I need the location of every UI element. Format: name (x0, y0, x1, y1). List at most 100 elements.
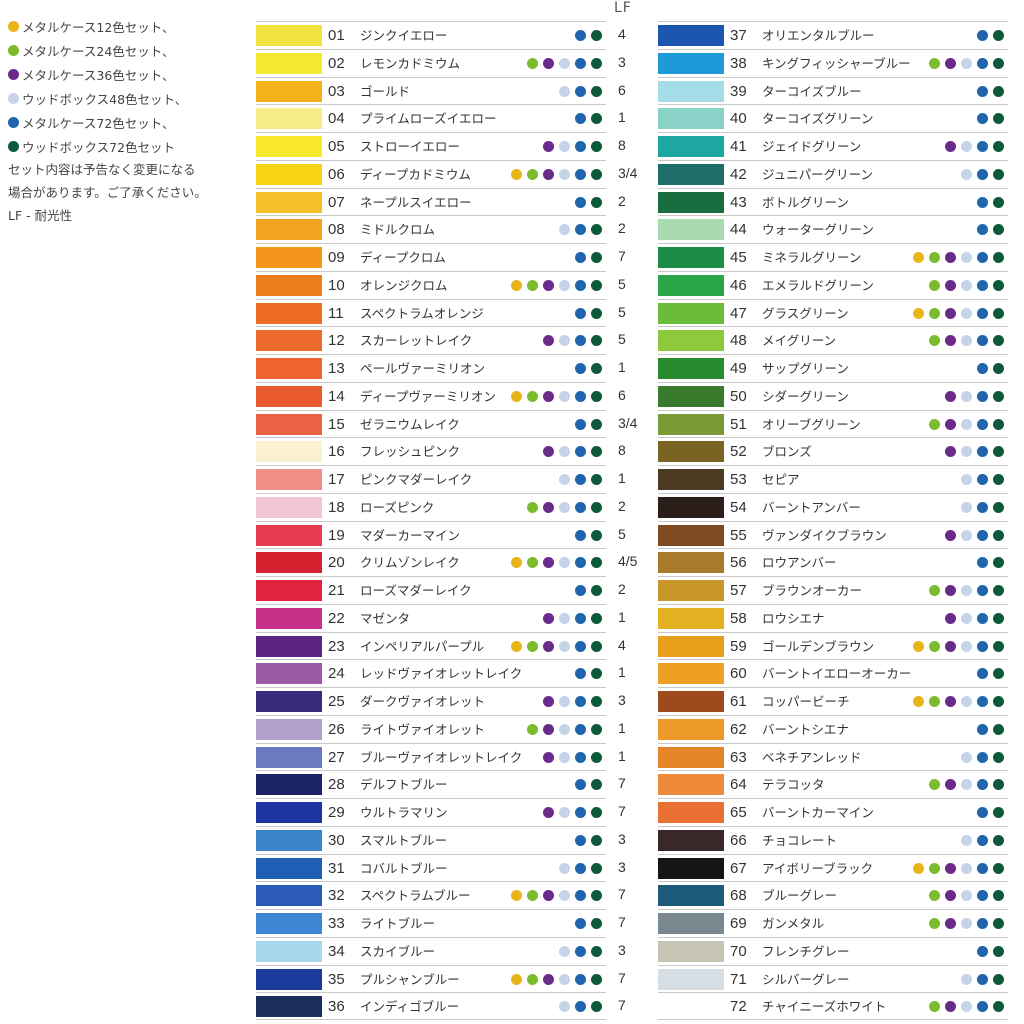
set-availability-dots (570, 113, 602, 125)
disclaimer-line-2: 場合があります。ご了承ください。 (8, 185, 207, 200)
set-availability-dots (972, 363, 1004, 374)
set-dot-icon (559, 751, 570, 763)
set-dot-icon (527, 168, 538, 180)
color-number: 06 (328, 165, 345, 183)
color-number: 60 (730, 665, 747, 683)
color-row: 70 フレンチグレー (658, 936, 1008, 965)
set-availability-dots (570, 918, 602, 929)
color-name: ターコイズブルー (762, 83, 862, 99)
color-number: 63 (730, 748, 747, 766)
set-dot-icon (929, 418, 940, 430)
set-dot-icon (977, 918, 988, 929)
color-name: クリムゾンレイク (360, 555, 460, 571)
color-swatch (256, 968, 322, 990)
color-name: ジンクイエロー (360, 28, 448, 43)
color-row: 07 ネープルスイエロー (256, 187, 606, 216)
color-number: 51 (730, 415, 747, 433)
set-dot-icon (543, 612, 554, 624)
color-name: チョコレート (762, 832, 838, 848)
set-dot-icon (591, 834, 602, 846)
set-dot-icon (527, 501, 538, 513)
color-name: ペールヴァーミリオン (360, 361, 486, 376)
set-dot-icon (591, 640, 602, 652)
set-dot-icon (559, 168, 570, 180)
set-availability-dots (908, 696, 1004, 707)
color-name: ウルトラマリン (360, 805, 448, 820)
set-dot-icon (945, 279, 956, 291)
set-availability-dots (956, 474, 1004, 485)
color-row: 62 バーントシエナ (658, 714, 1008, 743)
color-number: 41 (730, 138, 747, 155)
lightfastness-value: 1 (618, 747, 626, 764)
set-dot-icon (961, 141, 972, 152)
color-name: ミネラルグリーン (762, 250, 862, 265)
set-dot-icon (543, 696, 554, 707)
set-availability-dots (924, 279, 1004, 291)
color-row: 52 ブロンズ (658, 437, 1008, 465)
set-availability-dots (570, 418, 602, 430)
set-dot-icon (977, 141, 988, 152)
color-row: 37 オリエンタルブルー (658, 21, 1008, 49)
set-dot-icon (993, 945, 1004, 957)
lightfastness-value: 1 (618, 109, 626, 126)
set-dot-icon (961, 640, 972, 652)
set-dot-icon (527, 890, 538, 902)
set-dot-icon (575, 973, 586, 985)
set-dot-icon (993, 723, 1004, 735)
set-availability-dots (972, 557, 1004, 569)
color-number: 45 (730, 249, 747, 266)
color-swatch (256, 885, 322, 907)
set-dot-icon (977, 224, 988, 236)
set-dot-icon (945, 141, 956, 152)
color-name: アイボリーブラック (762, 860, 874, 876)
set-dot-icon (527, 640, 538, 652)
color-number: 22 (328, 609, 345, 627)
color-row: 45 ミネラルグリーン (658, 243, 1008, 271)
color-name: バーントアンバー (762, 499, 861, 515)
lightfastness-value: 2 (618, 581, 626, 597)
set-dot-icon (993, 30, 1004, 41)
color-name: バーントシエナ (762, 721, 849, 737)
color-row: 57 ブラウンオーカー (658, 576, 1008, 604)
set-availability-dots (538, 696, 602, 707)
set-availability-dots (538, 141, 602, 152)
lightfastness-value: 4 (618, 636, 626, 653)
legend-label: ウッドボックス72色セット (22, 139, 176, 155)
color-row: 47 グラスグリーン (658, 298, 1008, 327)
set-availability-dots (570, 196, 602, 208)
set-dot-icon (929, 279, 940, 291)
set-dot-icon (575, 557, 586, 569)
set-dot-icon (591, 307, 602, 319)
set-availability-dots (522, 501, 602, 513)
set-dot-icon (977, 557, 988, 569)
set-dot-icon (977, 390, 988, 402)
set-dot-icon (575, 807, 586, 818)
set-dot-icon (591, 501, 602, 513)
set-dot-icon (977, 446, 988, 458)
lightfastness-value: 3 (618, 830, 626, 847)
set-dot-icon (961, 474, 972, 485)
set-dot-icon (591, 890, 602, 902)
set-dot-icon (591, 224, 602, 236)
set-dot-icon (575, 85, 586, 97)
color-swatch (256, 469, 322, 490)
color-number: 30 (328, 831, 345, 849)
set-availability-dots (570, 252, 602, 263)
set-dot-icon (575, 834, 586, 846)
set-dot-icon (961, 501, 972, 513)
color-swatch (256, 663, 322, 685)
set-dot-icon (929, 918, 940, 929)
set-dot-icon (945, 446, 956, 458)
set-dot-icon (8, 44, 19, 56)
set-dot-icon (527, 390, 538, 402)
set-dot-icon (575, 363, 586, 374)
color-number: 27 (328, 748, 345, 766)
set-availability-dots (924, 1001, 1004, 1013)
color-swatch (658, 580, 724, 601)
color-name: ブルーグレー (762, 888, 838, 904)
color-name: シダーグリーン (762, 388, 849, 404)
set-availability-dots (506, 390, 602, 402)
set-dot-icon (559, 890, 570, 902)
set-dot-icon (977, 640, 988, 652)
set-dot-icon (511, 640, 522, 652)
